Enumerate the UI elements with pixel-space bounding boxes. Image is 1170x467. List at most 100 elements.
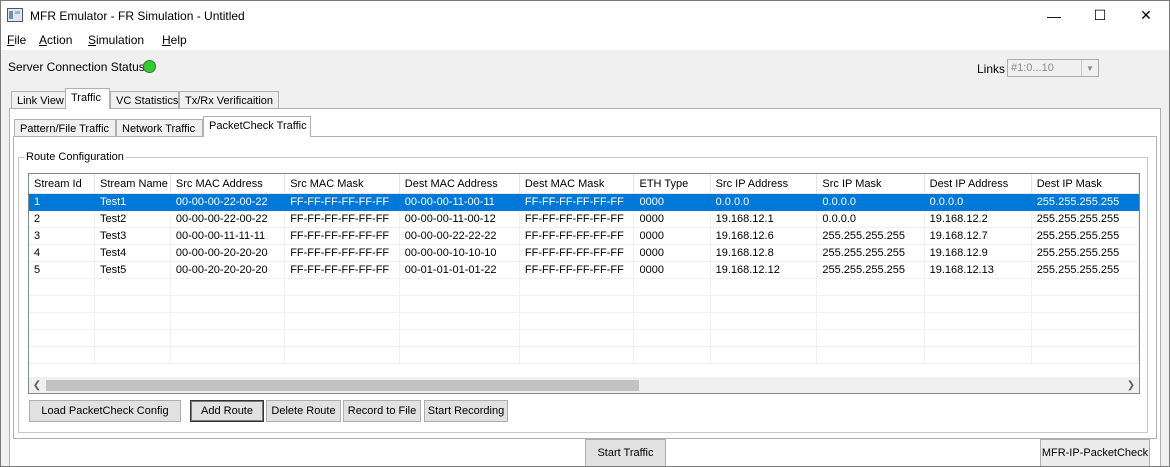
load-packetcheck-config-button[interactable]: Load PacketCheck Config — [29, 400, 181, 422]
links-dropdown[interactable]: #1:0...10 ▼ — [1007, 59, 1099, 77]
column-header[interactable]: Dest MAC Address — [399, 174, 520, 194]
table-cell: 00-00-00-22-22-22 — [399, 227, 520, 245]
table-cell: 0000 — [633, 227, 711, 245]
table-cell: 00-00-00-10-10-10 — [399, 244, 520, 262]
table-cell: 00-00-00-22-00-22 — [170, 210, 286, 228]
column-header[interactable]: Dest IP Mask — [1031, 174, 1139, 194]
start-recording-button[interactable]: Start Recording — [424, 400, 508, 422]
table-cell: 19.168.12.9 — [924, 244, 1032, 262]
menu-file[interactable]: File — [7, 33, 26, 47]
column-header[interactable]: Stream Name — [94, 174, 171, 194]
table-row[interactable]: 3 Test3 00-00-00-11-11-11 FF-FF-FF-FF-FF-FF… — [29, 227, 1139, 245]
route-configuration-title: Route Configuration — [24, 151, 126, 163]
mode-indicator: MFR-IP-PacketCheck — [1040, 439, 1150, 467]
empty-cell — [816, 295, 925, 313]
empty-cell — [519, 278, 635, 296]
empty-cell — [710, 329, 818, 347]
table-cell: 0000 — [633, 193, 711, 211]
table-cell: Test5 — [94, 261, 171, 279]
route-table[interactable]: Stream Id Stream Name Src MAC Address Src M… — [28, 173, 1140, 394]
tab-tx-rx-verification[interactable]: Tx/Rx Verificaition — [179, 91, 279, 109]
empty-cell — [399, 295, 520, 313]
links-label: Links — [977, 62, 1006, 76]
empty-cell — [284, 295, 400, 313]
empty-cell — [284, 278, 400, 296]
delete-route-button[interactable]: Delete Route — [266, 400, 341, 422]
empty-cell — [29, 312, 95, 330]
table-row[interactable]: 4 Test4 00-00-00-20-20-20 FF-FF-FF-FF-FF-FF… — [29, 244, 1139, 262]
column-header[interactable]: ETH Type — [633, 174, 711, 194]
column-header[interactable]: Dest MAC Mask — [519, 174, 635, 194]
menu-help[interactable]: Help — [162, 33, 187, 47]
close-icon[interactable]: ✕ — [1123, 1, 1169, 30]
empty-cell — [1031, 295, 1139, 313]
column-header[interactable]: Stream Id — [29, 174, 95, 194]
column-header[interactable]: Src MAC Mask — [284, 174, 400, 194]
start-traffic-button[interactable]: Start Traffic — [585, 439, 666, 467]
empty-cell — [399, 329, 520, 347]
links-value: #1:0...10 — [1011, 62, 1054, 74]
empty-cell — [816, 346, 925, 364]
empty-cell — [924, 295, 1032, 313]
tab-network-traffic[interactable]: Network Traffic — [116, 119, 203, 137]
table-cell: 5 — [29, 261, 95, 279]
table-row[interactable]: 1 Test1 00-00-00-22-00-22 FF-FF-FF-FF-FF-FF… — [29, 193, 1139, 211]
table-cell: 255.255.255.255 — [1031, 193, 1139, 211]
tab-link-view[interactable]: Link View — [11, 91, 66, 109]
empty-cell — [519, 295, 635, 313]
empty-cell — [29, 295, 95, 313]
table-cell: 0.0.0.0 — [710, 193, 818, 211]
tab-pattern-file-traffic[interactable]: Pattern/File Traffic — [14, 119, 116, 137]
table-row[interactable]: 5 Test5 00-00-20-20-20-20 FF-FF-FF-FF-FF-FF… — [29, 261, 1139, 279]
column-header[interactable]: Dest IP Address — [924, 174, 1032, 194]
column-header[interactable]: Src IP Mask — [816, 174, 925, 194]
menu-simulation[interactable]: Simulation — [88, 33, 144, 47]
table-cell: 255.255.255.255 — [816, 261, 925, 279]
empty-cell — [284, 346, 400, 364]
tab-packetcheck-traffic[interactable]: PacketCheck Traffic — [203, 116, 311, 137]
empty-cell — [94, 329, 171, 347]
table-cell: 255.255.255.255 — [1031, 261, 1139, 279]
table-cell: 19.168.12.13 — [924, 261, 1032, 279]
chevron-left-icon[interactable]: ❮ — [29, 377, 45, 393]
table-cell: 00-01-01-01-01-22 — [399, 261, 520, 279]
column-header[interactable]: Src MAC Address — [170, 174, 286, 194]
tab-traffic[interactable]: Traffic — [65, 88, 110, 109]
table-cell: 19.168.12.1 — [710, 210, 818, 228]
empty-cell — [399, 312, 520, 330]
empty-cell — [399, 346, 520, 364]
horizontal-scrollbar[interactable]: ❮ ❯ — [29, 377, 1139, 393]
maximize-icon[interactable]: ☐ — [1077, 1, 1123, 30]
table-cell: 19.168.12.6 — [710, 227, 818, 245]
table-row[interactable]: 2 Test2 00-00-00-22-00-22 FF-FF-FF-FF-FF-FF… — [29, 210, 1139, 228]
chevron-right-icon[interactable]: ❯ — [1123, 377, 1139, 393]
empty-cell — [924, 278, 1032, 296]
empty-cell — [710, 312, 818, 330]
empty-cell — [94, 346, 171, 364]
menu-action[interactable]: Action — [39, 33, 72, 47]
empty-row — [29, 295, 1139, 313]
empty-cell — [710, 278, 818, 296]
table-cell: 4 — [29, 244, 95, 262]
table-cell: 19.168.12.7 — [924, 227, 1032, 245]
tab-vc-statistics[interactable]: VC Statistics — [110, 91, 179, 109]
empty-cell — [399, 278, 520, 296]
scrollbar-thumb[interactable] — [46, 380, 639, 391]
table-cell: 255.255.255.255 — [1031, 227, 1139, 245]
table-cell: Test4 — [94, 244, 171, 262]
empty-row — [29, 346, 1139, 364]
table-cell: 255.255.255.255 — [1031, 210, 1139, 228]
table-cell: 255.255.255.255 — [816, 227, 925, 245]
column-header[interactable]: Src IP Address — [710, 174, 818, 194]
record-to-file-button[interactable]: Record to File — [343, 400, 421, 422]
empty-cell — [94, 295, 171, 313]
empty-cell — [94, 312, 171, 330]
empty-cell — [94, 278, 171, 296]
minimize-icon[interactable]: — — [1031, 1, 1077, 30]
table-cell: FF-FF-FF-FF-FF-FF — [519, 193, 635, 211]
table-cell: Test2 — [94, 210, 171, 228]
table-cell: FF-FF-FF-FF-FF-FF — [519, 261, 635, 279]
add-route-button[interactable]: Add Route — [190, 400, 264, 422]
empty-cell — [29, 278, 95, 296]
route-table-body: Stream Id Stream Name Src MAC Address Src M… — [29, 174, 1139, 364]
